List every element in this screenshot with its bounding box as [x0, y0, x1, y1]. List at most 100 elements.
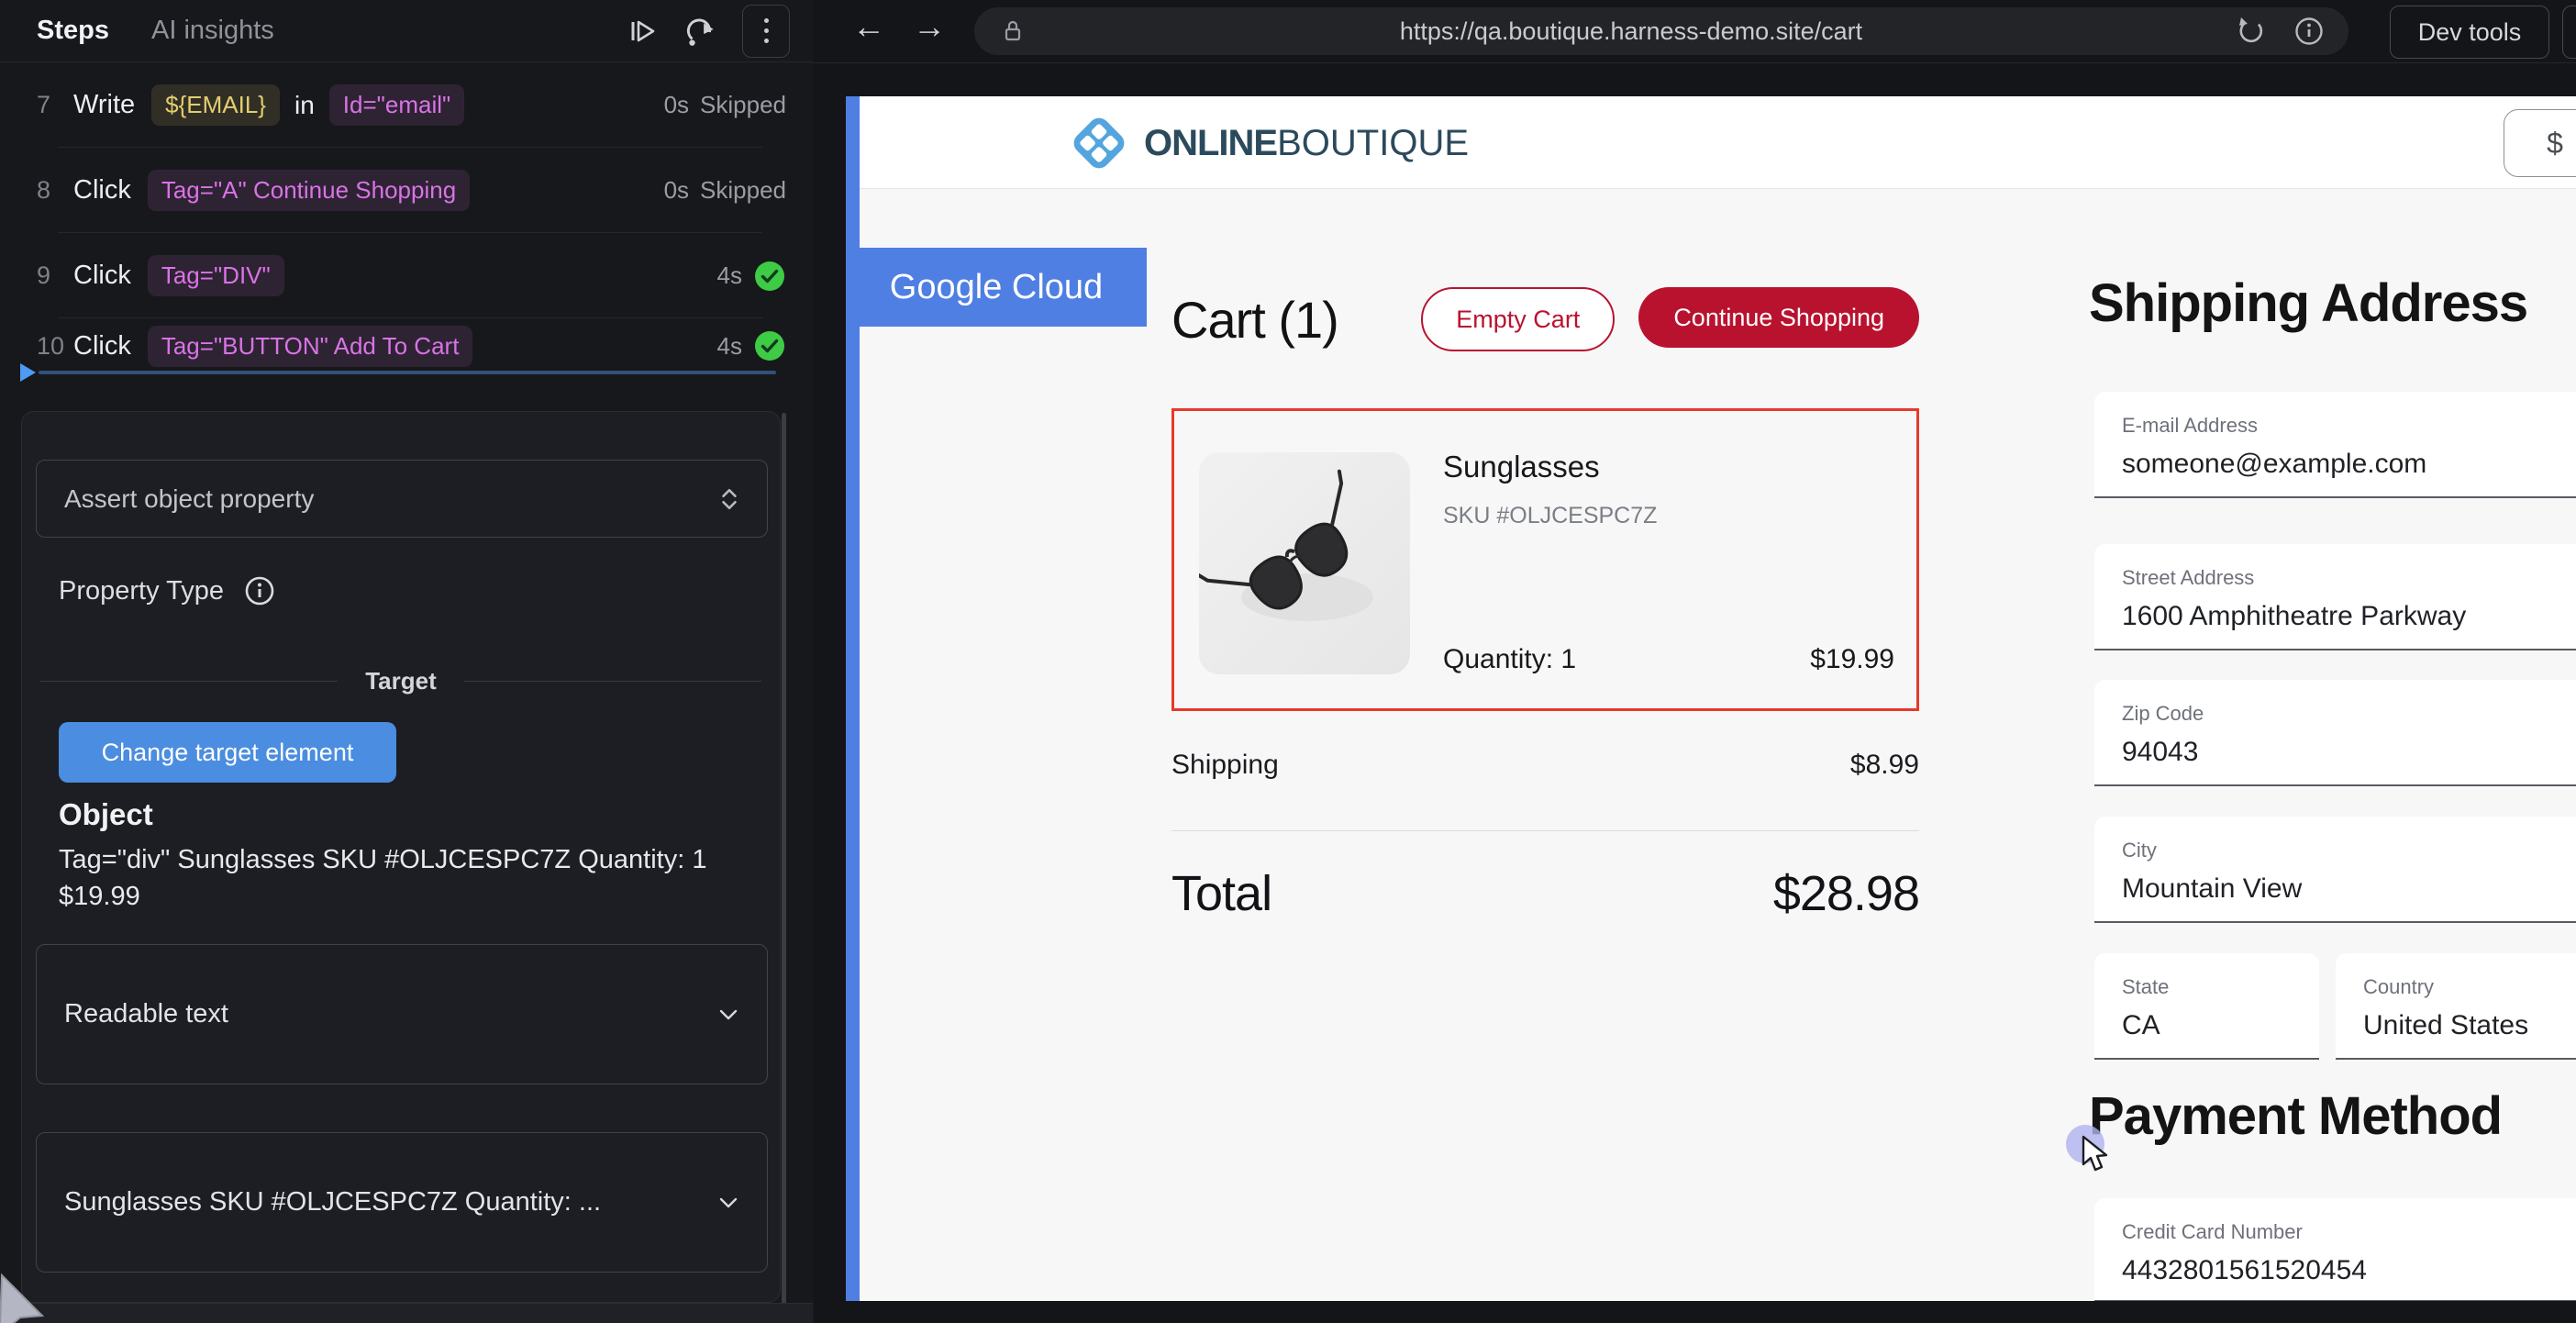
step-passed-icon [753, 260, 786, 293]
assert-action-select[interactable]: Assert object property [36, 460, 768, 538]
cart-item-row-highlighted[interactable]: Sunglasses SKU #OLJCESPC7Z Quantity: 1 $… [1171, 408, 1919, 711]
zip-code-field[interactable]: Zip Code 94043 [2094, 680, 2576, 786]
info-icon[interactable] [244, 575, 275, 606]
step-number: 7 [37, 91, 73, 119]
step-duration: 4s [717, 261, 742, 290]
state-field[interactable]: State CA [2094, 953, 2319, 1060]
state-label: State [2122, 975, 2319, 999]
street-address-field[interactable]: Street Address 1600 Amphitheatre Parkway [2094, 544, 2576, 650]
step-selector-badge: Tag="DIV" [148, 255, 284, 296]
lock-icon [998, 16, 1027, 47]
email-value: someone@example.com [2122, 449, 2576, 480]
payment-method-heading: Payment Method [2089, 1085, 2502, 1147]
assert-step-editor: Assert object property Property Type Tar… [21, 411, 781, 1303]
page-info-icon[interactable] [2293, 16, 2325, 47]
step-action: Click [73, 175, 131, 206]
object-description: Tag="div" Sunglasses SKU #OLJCESPC7Z Qua… [59, 841, 738, 915]
product-name: Sunglasses [1443, 450, 1600, 484]
step-row-7[interactable]: 7 Write ${EMAIL} in Id="email" 0sSkipped [0, 62, 814, 148]
select-updown-icon [719, 487, 739, 511]
empty-cart-button[interactable]: Empty Cart [1421, 287, 1615, 351]
skip-to-step-icon[interactable] [627, 15, 660, 48]
totals-divider [1171, 830, 1919, 831]
object-heading: Object [59, 797, 153, 832]
step-action: Write [73, 90, 135, 120]
assert-action-value: Assert object property [64, 484, 314, 514]
forward-icon[interactable]: → [913, 7, 946, 46]
tab-ai-insights[interactable]: AI insights [151, 16, 274, 46]
shipping-cost-row: Shipping $8.99 [1171, 750, 1919, 781]
continue-shopping-button[interactable]: Continue Shopping [1638, 287, 1919, 348]
step-action: Click [73, 261, 131, 291]
browser-chrome: ← → https://qa.boutique.harness-demo.sit… [814, 0, 2576, 63]
expected-value-select[interactable]: Sunglasses SKU #OLJCESPC7Z Quantity: ... [36, 1132, 768, 1273]
tab-steps[interactable]: Steps [37, 16, 109, 46]
product-image [1199, 452, 1410, 674]
more-options-button[interactable] [742, 5, 790, 58]
step-selector-badge: Id="email" [329, 84, 464, 126]
country-label: Country [2363, 975, 2576, 999]
product-price: $19.99 [1810, 644, 1894, 675]
url-bar[interactable]: https://qa.boutique.harness-demo.site/ca… [974, 7, 2348, 55]
step-passed-icon [753, 329, 786, 362]
city-field[interactable]: City Mountain View [2094, 817, 2576, 923]
chevron-down-icon [717, 1007, 739, 1022]
cart-title: Cart (1) [1171, 290, 1338, 350]
change-target-element-button[interactable]: Change target element [59, 722, 396, 783]
total-label: Total [1171, 865, 1271, 922]
step-row-8[interactable]: 8 Click Tag="A" Continue Shopping 0sSkip… [0, 148, 814, 233]
target-section-divider: Target [40, 667, 761, 695]
brand-text-bold: ONLINE [1144, 123, 1277, 163]
credit-card-value: 4432801561520454 [2122, 1255, 2576, 1286]
step-status: Skipped [700, 91, 786, 119]
readable-text-select[interactable]: Readable text [36, 944, 768, 1084]
google-cloud-badge: Google Cloud [846, 248, 1147, 327]
mouse-cursor-icon [2080, 1135, 2116, 1177]
clipped-toolbar-button[interactable] [2562, 6, 2576, 59]
reload-icon[interactable] [2235, 15, 2268, 48]
sunglasses-image [1199, 452, 1410, 674]
step-variable-badge: ${EMAIL} [151, 84, 280, 126]
step-row-9[interactable]: 9 Click Tag="DIV" 4s [0, 233, 814, 318]
step-duration: 4s [717, 332, 742, 361]
email-label: E-mail Address [2122, 414, 2576, 438]
back-icon[interactable]: ← [852, 7, 885, 46]
step-selector-badge: Tag="BUTTON" Add To Cart [148, 326, 473, 367]
total-row: Total $28.98 [1171, 865, 1919, 922]
url-text: https://qa.boutique.harness-demo.site/ca… [1027, 17, 2235, 46]
os-cursor-icon [0, 1272, 66, 1323]
insertion-arrow-icon [20, 363, 36, 382]
zip-value: 94043 [2122, 737, 2576, 768]
step-number: 8 [37, 176, 73, 205]
credit-card-number-field[interactable]: Credit Card Number 4432801561520454 [2094, 1198, 2576, 1301]
online-boutique-logo[interactable]: ONLINEBOUTIQUE [1069, 113, 1469, 173]
step-connector: in [294, 91, 315, 120]
step-selector-badge: Tag="A" Continue Shopping [148, 170, 470, 211]
state-value: CA [2122, 1010, 2319, 1041]
panel-scrollbar[interactable] [782, 413, 786, 1317]
step-duration: 0s [664, 176, 689, 205]
chevron-down-icon [717, 1195, 739, 1210]
country-field[interactable]: Country United States [2336, 953, 2576, 1060]
country-value: United States [2363, 1010, 2576, 1041]
product-quantity: Quantity: 1 [1443, 644, 1576, 675]
street-value: 1600 Amphitheatre Parkway [2122, 601, 2576, 632]
shipping-label: Shipping [1171, 750, 1279, 781]
email-field[interactable]: E-mail Address someone@example.com [2094, 392, 2576, 498]
currency-selector-button[interactable]: $ [2504, 109, 2576, 177]
expected-value-text: Sunglasses SKU #OLJCESPC7Z Quantity: ... [64, 1187, 601, 1217]
target-label: Target [338, 667, 464, 695]
total-value: $28.98 [1773, 865, 1919, 922]
rerun-icon[interactable] [683, 14, 718, 49]
step-action: Click [73, 331, 131, 361]
credit-card-label: Credit Card Number [2122, 1220, 2576, 1244]
panel-footer-strip [0, 1303, 813, 1323]
city-value: Mountain View [2122, 873, 2576, 905]
dev-tools-button[interactable]: Dev tools [2390, 6, 2549, 59]
city-label: City [2122, 839, 2576, 862]
steps-toolbar: Steps AI insights [0, 0, 814, 62]
step-insertion-indicator[interactable] [20, 363, 780, 382]
app-root: Steps AI insights 7 Write ${EMAIL} in Id… [0, 0, 2576, 1323]
street-label: Street Address [2122, 566, 2576, 590]
property-type-label: Property Type [59, 576, 224, 606]
